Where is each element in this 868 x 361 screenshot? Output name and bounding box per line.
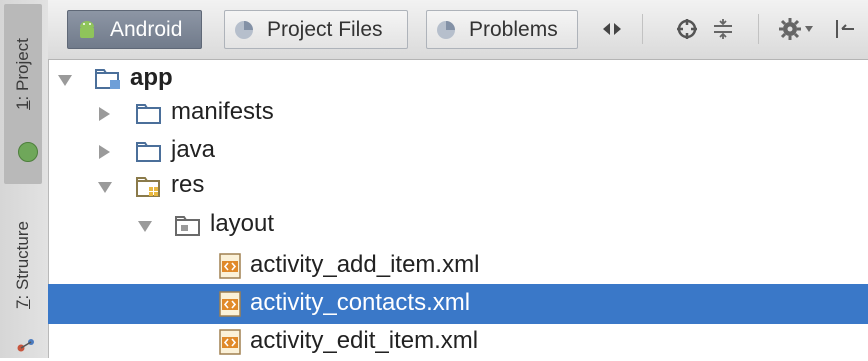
locate-button[interactable] [672,15,702,43]
dropdown-arrow-icon [804,26,813,32]
xml-file-icon [219,329,241,355]
android-small-icon [18,142,38,162]
project-files-icon [235,20,253,39]
tree-node-activity-add-item[interactable]: activity_add_item.xml [48,247,868,285]
tree-node-manifests[interactable]: manifests [48,94,868,132]
xml-file-icon [219,253,241,279]
expand-arrow-icon[interactable] [98,182,112,193]
project-tool-tab-label: 1: Project [13,38,32,110]
tool-window-strip: 1: Project 7: Structure [0,0,49,358]
gear-icon [778,18,801,40]
tab-problems[interactable]: Problems [426,10,578,49]
tree-label: activity_add_item.xml [250,251,480,278]
tab-problems-label: Problems [469,17,558,41]
locate-icon [677,19,697,39]
arrows-expand-button[interactable] [592,15,632,43]
tab-android[interactable]: Android [67,10,202,49]
tree-label: activity_contacts.xml [250,289,471,316]
hide-button[interactable] [830,15,860,43]
project-view-toolbar: Android Project Files Problems [48,0,868,60]
arrows-expand-icon [603,23,621,35]
tree-node-java[interactable]: java [48,132,868,170]
tab-project-files[interactable]: Project Files [224,10,408,49]
tree-label: java [171,136,216,163]
expand-arrow-icon[interactable] [58,75,72,86]
tab-android-label: Android [110,17,183,41]
folder-icon [175,216,200,236]
tree-label: res [171,171,205,198]
android-icon [80,20,94,38]
tree-node-res[interactable]: res [48,168,868,206]
hide-icon [836,20,854,38]
tree-label: app [130,64,173,91]
project-tree: app manifests java res layout activity_a… [48,60,868,358]
resource-folder-icon [136,177,160,197]
expand-arrow-icon[interactable] [138,221,152,232]
tab-project-files-label: Project Files [267,17,383,41]
module-folder-icon [95,69,120,89]
tree-label: manifests [171,98,274,125]
problems-icon [437,20,455,39]
structure-tool-tab-label: 7: Structure [13,221,32,309]
folder-icon [136,104,161,124]
collapse-all-button[interactable] [708,15,738,43]
structure-tool-tab[interactable]: 7: Structure [4,195,42,355]
tree-node-activity-contacts[interactable]: activity_contacts.xml [48,284,868,324]
tree-node-layout[interactable]: layout [48,207,868,245]
collapse-all-icon [714,19,732,39]
expand-arrow-icon[interactable] [99,107,110,121]
tree-label: activity_edit_item.xml [250,327,479,354]
xml-file-icon [219,291,241,317]
expand-arrow-icon[interactable] [99,145,110,159]
tree-node-activity-edit-item[interactable]: activity_edit_item.xml [48,323,868,361]
structure-icon [17,339,34,352]
project-tool-tab[interactable]: 1: Project [4,4,42,184]
tree-label: layout [210,210,275,237]
folder-icon [136,142,161,162]
settings-button[interactable] [772,15,818,43]
